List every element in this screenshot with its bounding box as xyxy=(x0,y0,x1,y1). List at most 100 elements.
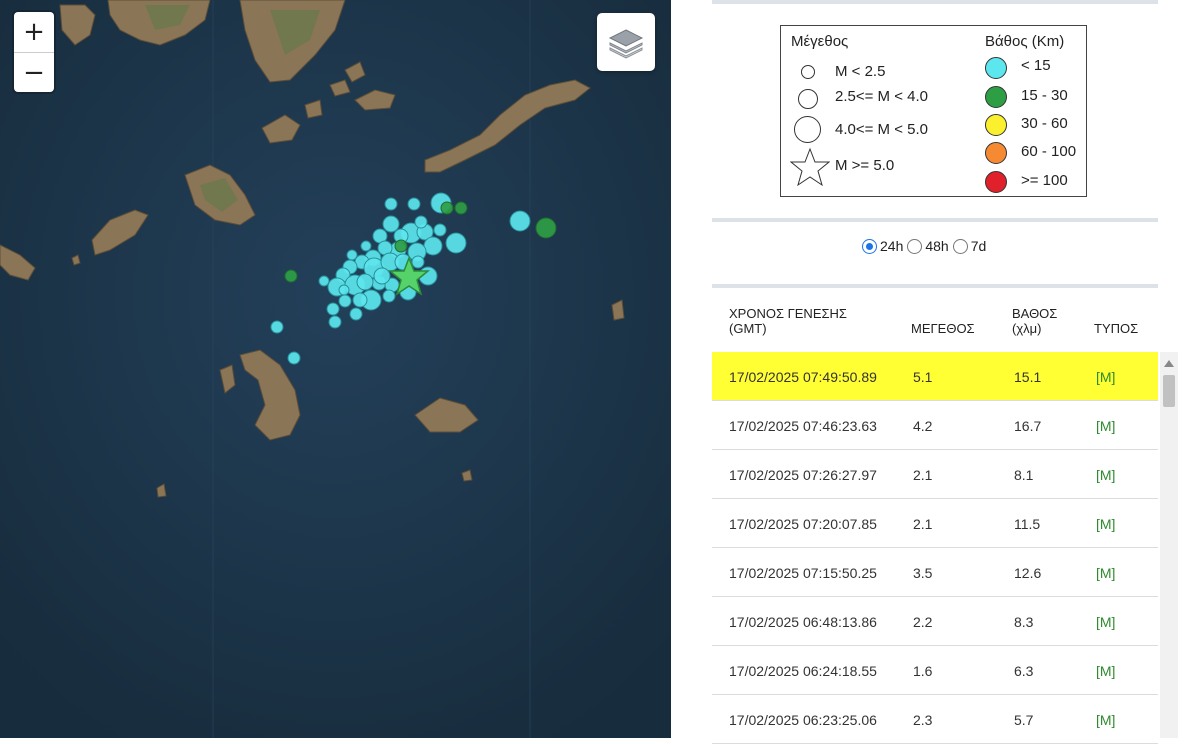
magnitude-item-3: 4.0<= M < 5.0 xyxy=(835,121,928,138)
earthquake-marker[interactable] xyxy=(356,273,374,291)
earthquake-marker[interactable] xyxy=(318,275,330,287)
earthquake-marker[interactable] xyxy=(382,289,396,303)
cell-type[interactable]: [M] xyxy=(1096,418,1115,434)
radio-48h[interactable] xyxy=(907,238,923,254)
cell-depth: 5.7 xyxy=(1014,712,1034,728)
depth-item-2: 15 - 30 xyxy=(1021,87,1068,104)
cell-type[interactable]: [M] xyxy=(1096,467,1115,483)
header-depth-line1: ΒΑΘΟΣ xyxy=(1012,306,1058,321)
table-row[interactable]: 17/02/2025 06:24:18.55 1.6 6.3 [M] xyxy=(712,646,1158,695)
depth-color-swatch xyxy=(985,114,1007,136)
cell-magnitude: 3.5 xyxy=(913,565,933,581)
table-row[interactable]: 17/02/2025 07:20:07.85 2.1 11.5 [M] xyxy=(712,499,1158,548)
cell-type[interactable]: [M] xyxy=(1096,516,1115,532)
map-view[interactable]: + − xyxy=(0,0,671,738)
cell-depth: 11.5 xyxy=(1014,516,1041,532)
cell-time: 17/02/2025 06:48:13.86 xyxy=(729,614,877,630)
time-option-24h[interactable]: 24h xyxy=(862,238,903,254)
cell-type[interactable]: [M] xyxy=(1096,614,1115,630)
earthquake-marker[interactable] xyxy=(411,255,425,269)
cell-type[interactable]: [M] xyxy=(1096,369,1115,385)
depth-color-swatch xyxy=(985,142,1007,164)
cell-magnitude: 2.2 xyxy=(913,614,933,630)
table-scrollbar[interactable] xyxy=(1160,352,1178,738)
earthquake-marker[interactable] xyxy=(440,201,454,215)
earthquake-marker[interactable] xyxy=(382,215,400,233)
header-type: ΤΥΠΟΣ xyxy=(1094,321,1139,336)
cell-magnitude: 2.3 xyxy=(913,712,933,728)
cell-depth: 6.3 xyxy=(1014,663,1034,679)
table-row[interactable]: 17/02/2025 07:46:23.63 4.2 16.7 [M] xyxy=(712,401,1158,450)
cell-time: 17/02/2025 07:15:50.25 xyxy=(729,565,877,581)
time-option-7d[interactable]: 7d xyxy=(952,238,987,254)
cell-time: 17/02/2025 06:23:25.06 xyxy=(729,712,877,728)
table-row[interactable]: 17/02/2025 07:26:27.97 2.1 8.1 [M] xyxy=(712,450,1158,499)
header-depth-line2: (χλμ) xyxy=(1012,321,1042,336)
table-row[interactable]: 17/02/2025 06:23:25.06 2.3 5.7 [M] xyxy=(712,695,1158,744)
earthquake-marker[interactable] xyxy=(284,269,298,283)
cell-time: 17/02/2025 07:49:50.89 xyxy=(729,369,877,385)
earthquake-marker[interactable] xyxy=(394,239,408,253)
legend-depth-title: Βάθος (Km) xyxy=(985,33,1065,50)
depth-color-swatch xyxy=(985,57,1007,79)
cell-depth: 12.6 xyxy=(1014,565,1042,581)
earthquake-marker[interactable] xyxy=(352,292,368,308)
depth-item-4: 60 - 100 xyxy=(1021,143,1077,160)
earthquake-marker[interactable] xyxy=(433,223,447,237)
earthquake-marker[interactable] xyxy=(407,197,421,211)
depth-item-1: < 15 xyxy=(1021,57,1051,74)
earthquake-marker[interactable] xyxy=(423,236,443,256)
depth-item-3: 30 - 60 xyxy=(1021,115,1068,132)
radio-24h[interactable] xyxy=(862,238,877,254)
earthquake-marker[interactable] xyxy=(384,197,398,211)
earthquake-marker[interactable] xyxy=(349,307,363,321)
earthquake-marker[interactable] xyxy=(338,294,352,308)
earthquake-marker[interactable] xyxy=(346,249,358,261)
cell-magnitude: 4.2 xyxy=(913,418,933,434)
earthquake-marker[interactable] xyxy=(287,351,301,365)
satellite-basemap xyxy=(0,0,671,738)
earthquake-marker[interactable] xyxy=(454,201,468,215)
star-icon xyxy=(790,147,830,187)
zoom-out-button[interactable]: − xyxy=(14,53,54,93)
earthquake-marker[interactable] xyxy=(270,320,284,334)
cell-depth: 15.1 xyxy=(1014,369,1042,385)
table-row[interactable]: 17/02/2025 07:15:50.25 3.5 12.6 [M] xyxy=(712,548,1158,597)
legend-box: Μέγεθος Βάθος (Km) M < 2.5 2.5<= M < 4.0… xyxy=(780,25,1087,197)
earthquake-marker[interactable] xyxy=(326,302,340,316)
earthquake-marker[interactable] xyxy=(338,284,350,296)
earthquake-marker[interactable] xyxy=(445,232,467,254)
cell-type[interactable]: [M] xyxy=(1096,565,1115,581)
header-time-line2: (GMT) xyxy=(729,321,767,336)
earthquake-marker[interactable] xyxy=(373,267,391,285)
magnitude-item-2: 2.5<= M < 4.0 xyxy=(835,88,928,105)
header-depth: ΒΑΘΟΣ (χλμ) xyxy=(1012,306,1057,336)
zoom-in-button[interactable]: + xyxy=(14,12,54,53)
table-row[interactable]: 17/02/2025 06:48:13.86 2.2 8.3 [M] xyxy=(712,597,1158,646)
table-row[interactable]: 17/02/2025 07:49:50.89 5.1 15.1 [M] xyxy=(712,352,1158,401)
magnitude-item-1: M < 2.5 xyxy=(835,63,886,80)
cell-time: 17/02/2025 07:26:27.97 xyxy=(729,467,877,483)
cell-type[interactable]: [M] xyxy=(1096,712,1115,728)
legend-magnitude-title: Μέγεθος xyxy=(791,33,849,50)
time-option-label: 7d xyxy=(970,238,987,254)
scroll-up-icon[interactable] xyxy=(1164,360,1174,367)
time-option-label: 48h xyxy=(925,238,949,254)
layers-button[interactable] xyxy=(597,13,655,71)
earthquake-table-body: 17/02/2025 07:49:50.89 5.1 15.1 [M] 17/02/20… xyxy=(712,352,1158,744)
earthquake-marker[interactable] xyxy=(414,215,428,229)
time-option-48h[interactable]: 48h xyxy=(907,238,949,254)
divider xyxy=(712,284,1158,288)
earthquake-marker[interactable] xyxy=(328,315,342,329)
radio-7d[interactable] xyxy=(952,238,968,254)
earthquake-marker[interactable] xyxy=(509,210,531,232)
magnitude-medium-circle-icon xyxy=(798,89,818,109)
earthquake-marker[interactable] xyxy=(360,240,372,252)
depth-color-swatch xyxy=(985,171,1007,193)
depth-color-swatch xyxy=(985,86,1007,108)
cell-type[interactable]: [M] xyxy=(1096,663,1115,679)
zoom-control: + − xyxy=(14,12,54,92)
scroll-thumb[interactable] xyxy=(1163,375,1175,407)
cell-time: 17/02/2025 06:24:18.55 xyxy=(729,663,877,679)
earthquake-marker[interactable] xyxy=(535,217,557,239)
